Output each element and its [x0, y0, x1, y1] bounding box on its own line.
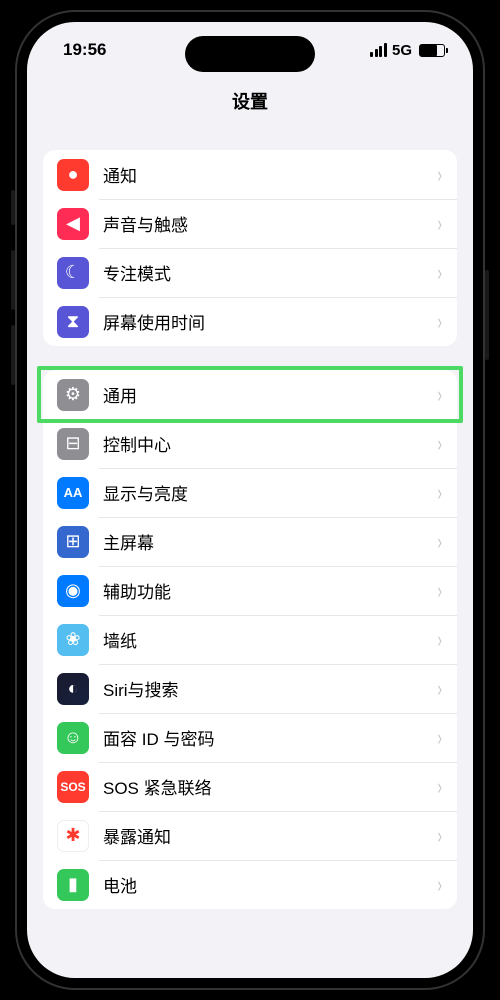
settings-row-sound-haptics[interactable]: ◀ 声音与触感› [43, 199, 457, 248]
settings-row-emergency-sos[interactable]: SOS SOS 紧急联络› [43, 762, 457, 811]
phone-frame: 19:56 5G 设置 ●通知›◀声音与触感›☾专注模式›⧗屏幕使用时间›⚙通用… [15, 10, 485, 990]
screen: 19:56 5G 设置 ●通知›◀声音与触感›☾专注模式›⧗屏幕使用时间›⚙通用… [27, 22, 473, 978]
settings-row-accessibility[interactable]: ◉ 辅助功能› [43, 566, 457, 615]
chevron-right-icon: › [437, 776, 441, 798]
silent-switch [11, 190, 15, 225]
battery-icon [419, 44, 445, 57]
settings-row-label: Siri与搜索 [103, 676, 436, 701]
settings-row-notifications[interactable]: ● 通知› [43, 150, 457, 199]
volume-down-button [11, 325, 15, 385]
bell-icon: ● [57, 159, 89, 191]
settings-row-label: 控制中心 [103, 431, 436, 456]
settings-row-label: 通知 [103, 162, 436, 187]
chevron-right-icon: › [437, 629, 441, 651]
settings-row-label: 屏幕使用时间 [103, 309, 436, 334]
settings-row-label: 面容 ID 与密码 [103, 725, 436, 750]
chevron-right-icon: › [437, 311, 441, 333]
chevron-right-icon: › [437, 482, 441, 504]
chevron-right-icon: › [437, 384, 441, 406]
chevron-right-icon: › [437, 262, 441, 284]
chevron-right-icon: › [437, 678, 441, 700]
status-time: 19:56 [63, 40, 106, 60]
settings-row-control-center[interactable]: ⊟ 控制中心› [43, 419, 457, 468]
settings-row-label: 墙纸 [103, 627, 436, 652]
settings-row-home-screen[interactable]: ⊞ 主屏幕› [43, 517, 457, 566]
network-label: 5G [392, 42, 412, 59]
page-title: 设置 [27, 78, 473, 130]
sos-icon: SOS [57, 771, 89, 803]
speaker-icon: ◀ [57, 208, 89, 240]
settings-row-label: 通用 [103, 382, 436, 407]
moon-icon: ☾ [57, 257, 89, 289]
settings-group: ●通知›◀声音与触感›☾专注模式›⧗屏幕使用时间› [43, 150, 457, 346]
settings-row-battery[interactable]: ▮ 电池› [43, 860, 457, 909]
chevron-right-icon: › [437, 727, 441, 749]
settings-row-exposure-notifications[interactable]: ✱ 暴露通知› [43, 811, 457, 860]
volume-up-button [11, 250, 15, 310]
settings-row-label: 主屏幕 [103, 529, 436, 554]
faceid-icon: ☺ [57, 722, 89, 754]
virus-icon: ✱ [57, 820, 89, 852]
settings-row-focus[interactable]: ☾ 专注模式› [43, 248, 457, 297]
accessibility-icon: ◉ [57, 575, 89, 607]
power-button [485, 270, 489, 360]
settings-row-label: 专注模式 [103, 260, 436, 285]
gear-icon: ⚙ [57, 379, 89, 411]
chevron-right-icon: › [437, 825, 441, 847]
grid-icon: ⊞ [57, 526, 89, 558]
settings-row-siri-search[interactable]: ◐ Siri与搜索› [43, 664, 457, 713]
settings-row-label: 显示与亮度 [103, 480, 436, 505]
text-size-icon: AA [57, 477, 89, 509]
settings-row-label: SOS 紧急联络 [103, 774, 436, 799]
chevron-right-icon: › [437, 531, 441, 553]
flower-icon: ❀ [57, 624, 89, 656]
chevron-right-icon: › [437, 580, 441, 602]
status-indicators: 5G [370, 42, 445, 59]
settings-row-label: 暴露通知 [103, 823, 436, 848]
chevron-right-icon: › [437, 874, 441, 896]
chevron-right-icon: › [437, 213, 441, 235]
settings-row-label: 声音与触感 [103, 211, 436, 236]
settings-group: ⚙通用›⊟控制中心›AA显示与亮度›⊞主屏幕›◉辅助功能›❀墙纸›◐Siri与搜… [43, 370, 457, 909]
settings-row-general[interactable]: ⚙ 通用› [43, 370, 457, 419]
settings-row-screen-time[interactable]: ⧗ 屏幕使用时间› [43, 297, 457, 346]
settings-row-face-id-passcode[interactable]: ☺ 面容 ID 与密码› [43, 713, 457, 762]
settings-row-wallpaper[interactable]: ❀ 墙纸› [43, 615, 457, 664]
settings-row-label: 辅助功能 [103, 578, 436, 603]
siri-icon: ◐ [57, 673, 89, 705]
switches-icon: ⊟ [57, 428, 89, 460]
settings-row-label: 电池 [103, 872, 436, 897]
chevron-right-icon: › [437, 433, 441, 455]
chevron-right-icon: › [437, 164, 441, 186]
hourglass-icon: ⧗ [57, 306, 89, 338]
battery-icon: ▮ [57, 869, 89, 901]
settings-row-display-brightness[interactable]: AA 显示与亮度› [43, 468, 457, 517]
cellular-signal-icon [370, 43, 387, 57]
settings-list[interactable]: ●通知›◀声音与触感›☾专注模式›⧗屏幕使用时间›⚙通用›⊟控制中心›AA显示与… [27, 130, 473, 978]
dynamic-island [185, 36, 315, 72]
